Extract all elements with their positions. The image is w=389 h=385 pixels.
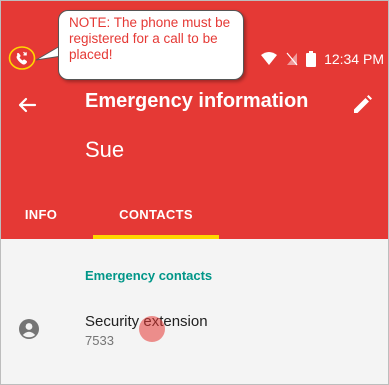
call-icon [8,44,36,72]
annotation-callout: NOTE: The phone must be registered for a… [58,10,244,80]
section-title: Emergency contacts [85,268,213,283]
toolbar: Emergency information [1,81,388,129]
pencil-icon[interactable] [346,89,378,121]
contact-item[interactable]: Security extension 7533 [1,303,388,367]
page-title: Emergency information [85,90,309,112]
no-sim-icon [286,52,298,66]
tab-selected-indicator [93,235,219,239]
tab-bar: INFO CONTACTS [1,195,388,239]
tap-indicator [139,316,165,342]
annotation-note: NOTE: The phone must be registered for a… [69,15,231,62]
status-icons: 12:34 PM [260,43,388,75]
status-time: 12:34 PM [324,51,384,67]
battery-icon [306,51,317,67]
account-circle-icon [17,317,41,341]
tab-info[interactable]: INFO [9,195,73,239]
profile-name: Sue [85,137,125,162]
arrow-back-icon[interactable] [11,89,43,121]
contact-number: 7533 [85,333,114,348]
tab-contacts[interactable]: CONTACTS [93,195,219,239]
wifi-icon [260,52,278,66]
